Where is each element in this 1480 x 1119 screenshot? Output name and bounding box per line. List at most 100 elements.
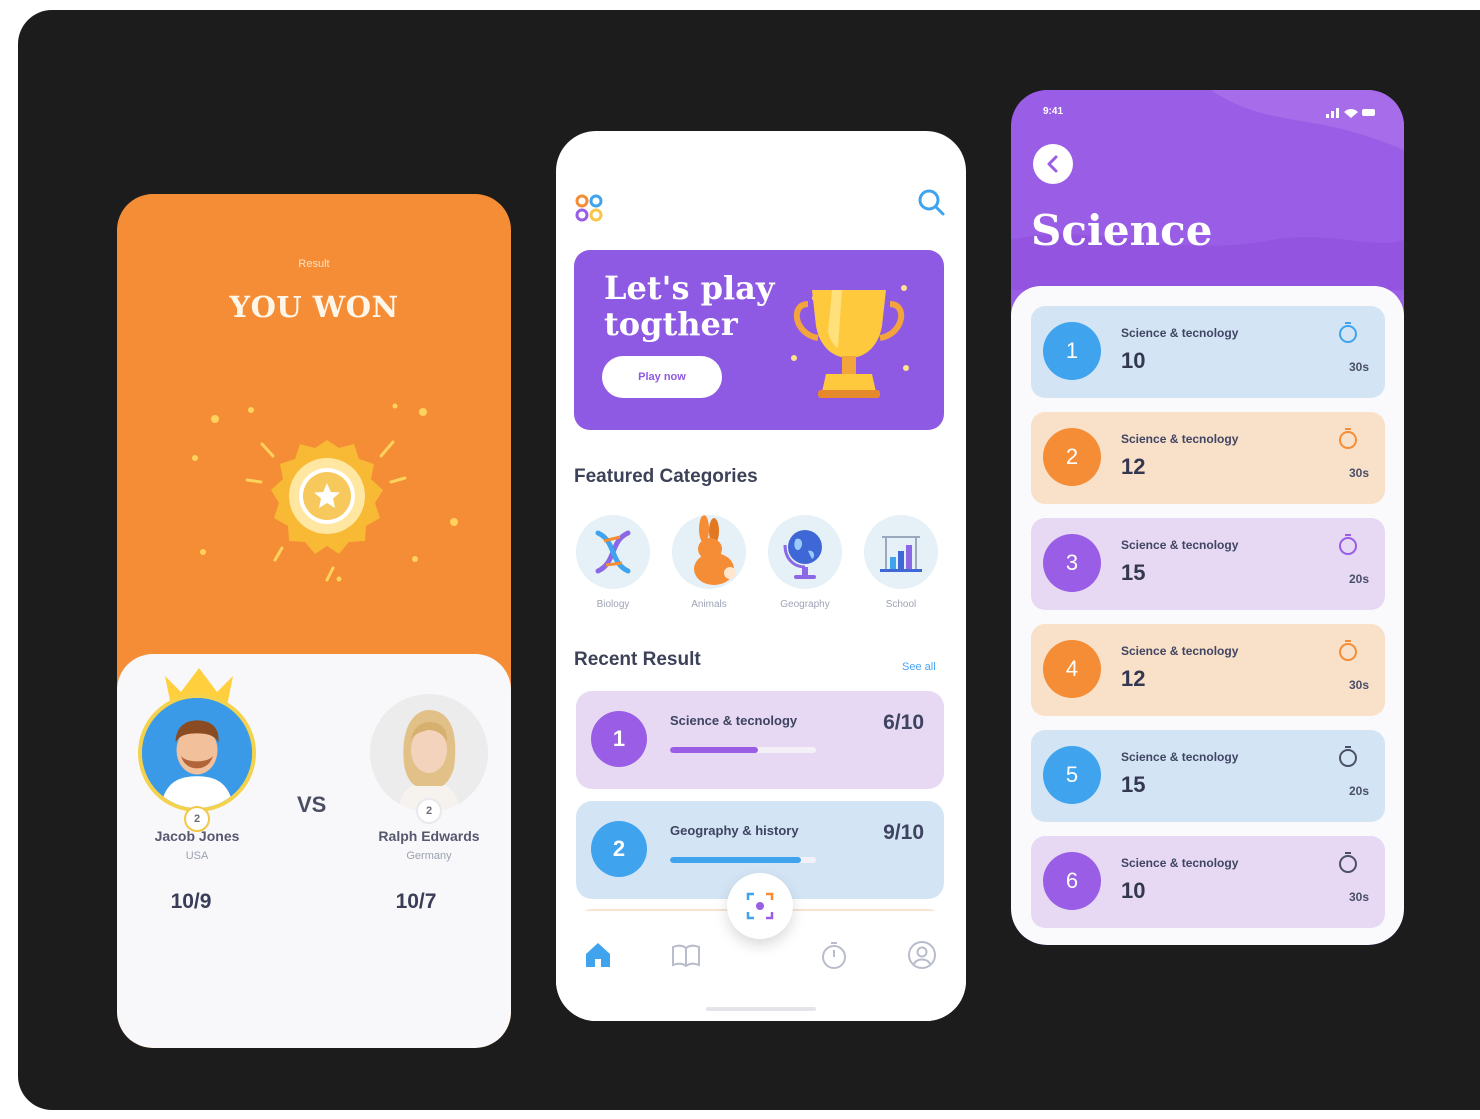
result-score: 9/10 [883,821,924,844]
category-circle [672,515,746,589]
banner-title: Let's play togther [604,269,775,343]
rank-badge: 2 [416,798,442,824]
quiz-number: 2 [1043,428,1101,486]
quiz-time: 30s [1348,890,1369,904]
home-indicator [706,1007,816,1011]
quiz-subtitle: Science & tecnology [1121,326,1239,340]
timer-icon [1339,322,1357,343]
see-all-link[interactable]: See all [902,661,936,673]
scan-icon [746,892,774,920]
quiz-number: 3 [1043,534,1101,592]
medal-icon [192,403,458,582]
category-label: Geography [780,599,830,610]
quiz-item[interactable]: 4 Science & tecnology 12 30s [1031,624,1385,716]
promo-banner: Let's play togther Play now [574,250,944,430]
progress-fill [670,857,802,863]
result-title: Geography & history [670,823,799,838]
vs-label: VS [297,792,327,817]
quiz-question-count: 15 [1121,560,1146,585]
quiz-list: 1 Science & tecnology 10 30s 2 Science &… [1011,286,1404,945]
featured-categories-title: Featured Categories [574,466,758,487]
result-label: Result [298,258,330,270]
progress-bar [670,857,816,863]
result-score: 6/10 [883,711,924,734]
progress-fill [670,747,758,753]
recent-result-item[interactable]: 1 Science & tecnology 6/10 [576,691,944,789]
player-2[interactable]: 2 Ralph Edwards Germany 10/7 [349,694,509,914]
result-number: 2 [591,821,647,877]
status-time: 9:41 [1043,106,1064,117]
category-list: Biology Animals Geography School [574,515,944,625]
play-now-button[interactable]: Play now [602,356,722,398]
quiz-number: 5 [1043,746,1101,804]
player-2-name: Ralph Edwards [378,828,480,844]
player-1[interactable]: 2 Jacob Jones USA 10/9 [117,668,277,914]
timer-icon [1339,746,1357,767]
globe-icon [783,530,822,579]
quiz-item[interactable]: 1 Science & tecnology 10 30s [1031,306,1385,398]
quiz-time: 20s [1348,784,1369,798]
showcase-background: Result YOU WON 2 Jacob Jones USA 10/9 VS… [18,10,1480,1110]
page-title: Science [1031,206,1213,255]
quiz-item[interactable]: 5 Science & tecnology 15 20s [1031,730,1385,822]
quiz-time: 30s [1348,678,1369,692]
player-1-score: 10/9 [170,890,212,913]
player-2-score: 10/7 [395,890,437,913]
search-icon[interactable] [916,187,946,217]
book-icon[interactable] [670,939,702,971]
timer-icon [1339,428,1357,449]
category-label: Biology [596,599,630,610]
you-won-headline: YOU WON [229,290,399,324]
profile-icon[interactable] [906,939,938,971]
science-screen: 9:41 Science 1 Science & tecnology 10 30… [1011,90,1404,945]
home-icon[interactable] [582,939,614,971]
avatar [138,694,256,812]
trophy-icon [791,285,909,398]
category-circle [576,515,650,589]
quiz-number: 4 [1043,640,1101,698]
timer-icon [1339,852,1357,873]
quiz-item[interactable]: 2 Science & tecnology 12 30s [1031,412,1385,504]
dna-icon [595,530,631,574]
quiz-subtitle: Science & tecnology [1121,538,1239,552]
category-biology[interactable]: Biology [574,515,652,610]
quiz-question-count: 10 [1121,878,1146,903]
recent-result-title: Recent Result [574,649,701,670]
back-button[interactable] [1033,144,1073,184]
category-circle [768,515,842,589]
quiz-time: 20s [1348,572,1369,586]
quiz-question-count: 12 [1121,454,1146,479]
header-wave [1011,90,1404,290]
timer-icon [1339,534,1357,555]
home-screen: Let's play togther Play now Featured Cat… [556,131,966,1021]
player-2-country: Germany [406,850,452,862]
category-school[interactable]: School [862,515,940,610]
quiz-number: 6 [1043,852,1101,910]
chevron-left-icon [1047,155,1058,173]
rank-badge: 2 [184,806,210,832]
scan-button[interactable] [727,873,793,939]
quiz-time: 30s [1348,360,1369,374]
quiz-subtitle: Science & tecnology [1121,750,1239,764]
school-icon [880,536,922,572]
quiz-subtitle: Science & tecnology [1121,856,1239,870]
avatar [370,694,488,812]
progress-bar [670,747,816,753]
result-number: 1 [591,711,647,767]
app-logo-icon [575,194,603,222]
quiz-question-count: 12 [1121,666,1146,691]
category-geography[interactable]: Geography [766,515,844,610]
quiz-subtitle: Science & tecnology [1121,644,1239,658]
quiz-item[interactable]: 3 Science & tecnology 15 20s [1031,518,1385,610]
category-label: School [885,599,917,610]
timer-icon[interactable] [818,939,850,971]
rabbit-icon [694,515,736,585]
timer-icon [1339,640,1357,661]
quiz-question-count: 15 [1121,772,1146,797]
category-animals[interactable]: Animals [670,515,748,610]
status-icons [1326,108,1375,118]
quiz-item[interactable]: 6 Science & tecnology 10 30s [1031,836,1385,928]
quiz-time: 30s [1348,466,1369,480]
category-circle [864,515,938,589]
players-card: 2 Jacob Jones USA 10/9 VS 2 Ralph Edward… [117,654,511,1048]
